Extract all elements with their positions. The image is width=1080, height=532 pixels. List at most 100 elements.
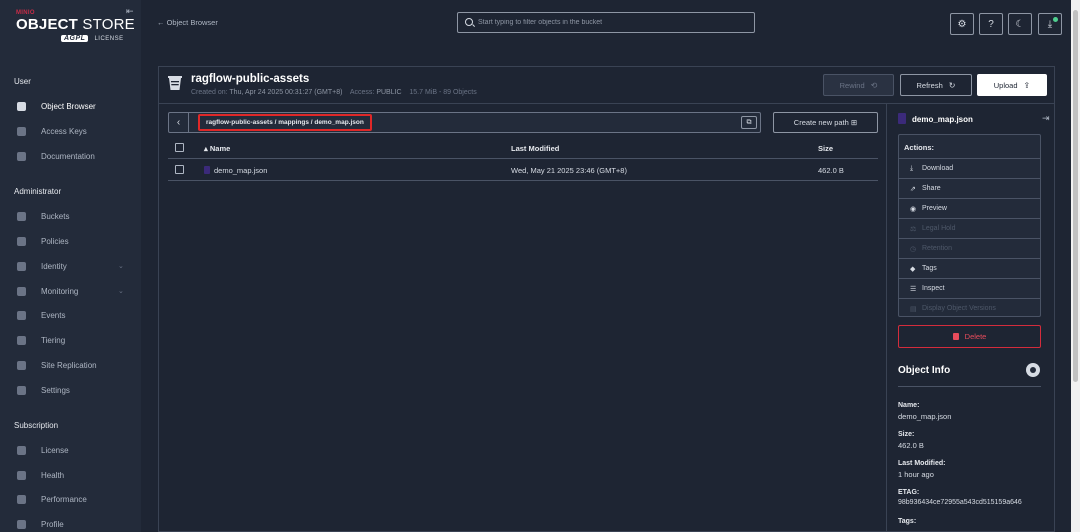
sidebar-item-label: Settings <box>41 385 70 395</box>
gear-icon: ⚙ <box>957 18 967 30</box>
back-to-object-browser-link[interactable]: ← Object Browser <box>157 18 218 27</box>
sidebar-item-label: Object Browser <box>41 101 96 111</box>
sidebar-item-identity[interactable]: Identity ⌄ <box>0 254 141 278</box>
sidebar-item-label: Events <box>41 310 66 320</box>
action-label: Tags <box>922 265 937 272</box>
sidebar-item-label: Tiering <box>41 335 66 345</box>
panel-divider <box>886 104 887 532</box>
sidebar-item-buckets[interactable]: Buckets <box>0 204 141 228</box>
download-icon: ⤓ <box>1047 18 1053 30</box>
row-checkbox[interactable] <box>175 165 184 174</box>
delete-button[interactable]: Delete <box>898 325 1041 348</box>
sidebar-item-label: Policies <box>41 236 69 246</box>
action-label: Download <box>922 165 954 172</box>
breadcrumb-back-button[interactable]: ‹ <box>169 113 189 132</box>
notification-dot <box>1053 17 1058 22</box>
download-icon: ⤓ <box>910 164 914 172</box>
table-header: ▴ Name Last Modified Size <box>168 137 878 159</box>
sidebar-item-monitoring[interactable]: Monitoring ⌄ <box>0 279 141 303</box>
theme-toggle-button[interactable]: ☾ <box>1008 13 1032 35</box>
monitoring-icon <box>17 286 26 296</box>
identity-icon <box>17 261 26 271</box>
sidebar-item-events[interactable]: Events <box>0 303 141 327</box>
action-download[interactable]: ⤓ Download <box>899 158 1040 178</box>
trash-icon <box>952 333 959 340</box>
select-all-checkbox[interactable] <box>175 143 184 152</box>
refresh-button[interactable]: Refresh ↻ <box>900 74 972 96</box>
search-input[interactable] <box>478 15 748 30</box>
bucket-card: ragflow-public-assets Created on: Thu, A… <box>158 66 1055 532</box>
action-label: Inspect <box>922 285 945 292</box>
sidebar-item-access-keys[interactable]: Access Keys <box>0 119 141 143</box>
sidebar-item-site-replication[interactable]: Site Replication <box>0 353 141 377</box>
sidebar-item-label: Performance <box>41 494 87 504</box>
column-header-last-modified[interactable]: Last Modified <box>511 144 559 153</box>
logo-license: AGPL LICENSE <box>61 35 124 42</box>
moon-icon: ☾ <box>1015 18 1025 30</box>
versions-icon: ▤ <box>910 305 917 313</box>
last-modified-cell: Wed, May 21 2025 23:46 (GMT+8) <box>511 166 627 175</box>
column-header-size[interactable]: Size <box>818 144 833 153</box>
info-size-value: 462.0 B <box>898 441 924 450</box>
downloads-button[interactable]: ⤓ <box>1038 13 1062 35</box>
sidebar-item-documentation[interactable]: Documentation <box>0 144 141 168</box>
bucket-meta: Created on: Thu, Apr 24 2025 00:31:27 (G… <box>191 89 477 96</box>
help-button[interactable]: ? <box>979 13 1003 35</box>
eye-icon: ◉ <box>910 205 917 213</box>
sidebar-item-object-browser[interactable]: Object Browser <box>0 94 141 118</box>
action-display-object-versions: ▤ Display Object Versions <box>899 298 1040 318</box>
action-preview[interactable]: ◉ Preview <box>899 198 1040 218</box>
tag-icon: ◆ <box>910 265 916 273</box>
action-legal-hold: ⚖ Legal Hold <box>899 218 1040 238</box>
metadata-icon[interactable] <box>1026 363 1040 377</box>
policies-icon <box>17 236 26 246</box>
sidebar-item-profile[interactable]: Profile <box>0 512 141 532</box>
close-panel-icon[interactable]: ⇥ <box>1042 113 1050 124</box>
action-inspect[interactable]: ☰ Inspect <box>899 278 1040 298</box>
info-name-label: Name: <box>898 402 920 409</box>
sidebar-item-label: Identity <box>41 261 67 271</box>
breadcrumb-path[interactable]: ragflow-public-assets / mappings / demo_… <box>198 114 372 131</box>
info-tags-label: Tags: <box>898 518 917 525</box>
documentation-icon <box>17 151 26 161</box>
object-info-divider <box>898 386 1041 387</box>
profile-icon <box>17 519 26 529</box>
help-icon: ? <box>988 18 994 30</box>
rewind-button[interactable]: Rewind ⟲ <box>823 74 894 96</box>
sidebar-item-settings[interactable]: Settings <box>0 378 141 402</box>
action-tags[interactable]: ◆ Tags <box>899 258 1040 278</box>
scrollbar-thumb[interactable] <box>1073 10 1078 382</box>
sidebar-item-label: Buckets <box>41 211 70 221</box>
inspect-icon: ☰ <box>910 285 917 293</box>
sidebar-item-policies[interactable]: Policies <box>0 229 141 253</box>
file-name-cell: demo_map.json <box>204 166 267 175</box>
sidebar-item-performance[interactable]: Performance <box>0 487 141 511</box>
collapse-sidebar-icon[interactable]: ⇤ <box>126 7 134 16</box>
settings-button[interactable]: ⚙ <box>950 13 974 35</box>
upload-icon: ⇪ <box>1023 80 1031 90</box>
action-share[interactable]: ⇗ Share <box>899 178 1040 198</box>
action-label: Display Object Versions <box>922 305 996 312</box>
table-row[interactable]: demo_map.json Wed, May 21 2025 23:46 (GM… <box>168 159 878 181</box>
folder-add-icon: ⊞ <box>850 118 858 127</box>
info-last-modified-label: Last Modified: <box>898 460 946 467</box>
bucket-icon <box>168 76 182 90</box>
sidebar-item-license[interactable]: License <box>0 438 141 462</box>
sidebar-item-health[interactable]: Health <box>0 463 141 487</box>
section-administrator: Administrator <box>14 187 62 196</box>
chevron-left-icon: ‹ <box>176 117 181 128</box>
sidebar-item-tiering[interactable]: Tiering <box>0 328 141 352</box>
page-scrollbar[interactable] <box>1071 0 1080 532</box>
copy-path-button[interactable]: ⧉ <box>741 116 757 129</box>
upload-button[interactable]: Upload ⇪ <box>977 74 1047 96</box>
access-keys-icon <box>17 126 26 136</box>
retention-icon: ◷ <box>910 245 917 253</box>
action-label: Legal Hold <box>922 225 956 232</box>
search-box[interactable] <box>457 12 755 33</box>
minio-logo[interactable]: MINIO OBJECT STORE AGPL LICENSE <box>16 10 135 46</box>
action-retention: ◷ Retention <box>899 238 1040 258</box>
create-new-path-button[interactable]: Create new path ⊞ <box>773 112 878 133</box>
column-header-name[interactable]: ▴ Name <box>204 144 230 153</box>
top-bar: ← Object Browser ⚙ ? ☾ ⤓ <box>141 0 1080 46</box>
breadcrumb: ‹ ragflow-public-assets / mappings / dem… <box>168 112 761 133</box>
